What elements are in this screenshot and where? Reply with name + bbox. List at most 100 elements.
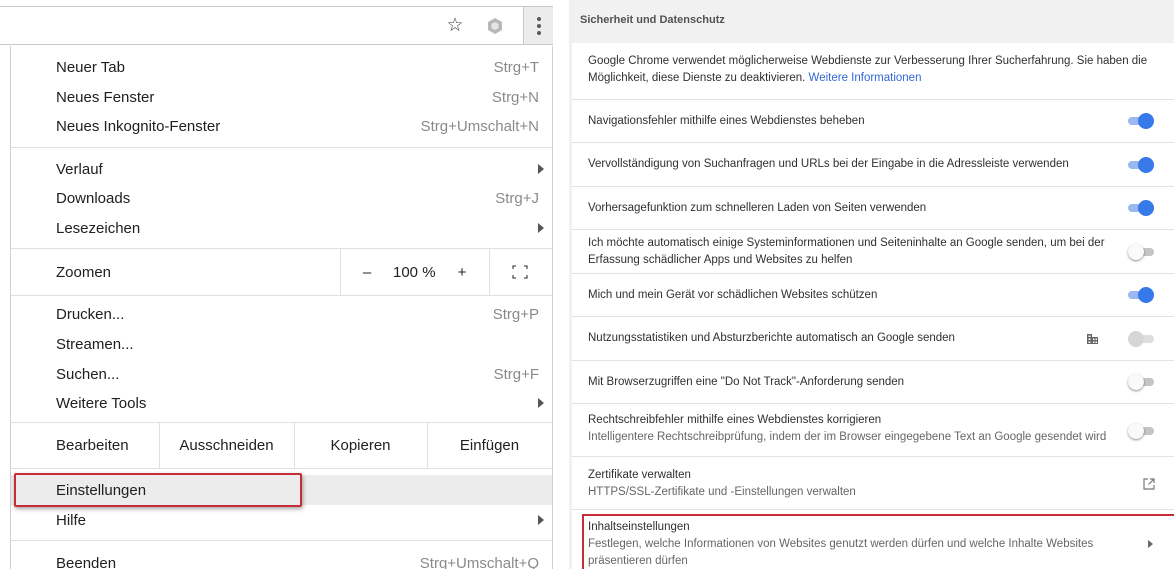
menu-item-label: Lesezeichen — [56, 219, 141, 237]
setting-label: Vorhersagefunktion zum schnelleren Laden… — [588, 202, 927, 214]
zoom-divider — [489, 249, 490, 295]
setting-label: Mich und mein Gerät vor schädlichen Webs… — [588, 289, 878, 301]
zoom-label: Zoomen — [56, 263, 112, 281]
edit-label: Bearbeiten — [56, 436, 129, 454]
submenu-arrow-icon — [538, 398, 544, 408]
edit-row: Bearbeiten Ausschneiden Kopieren Einfüge… — [11, 422, 552, 468]
menu-item-label: Neuer Tab — [56, 58, 125, 76]
setting-row[interactable]: Mit Browserzugriffen eine "Do Not Track"… — [572, 361, 1174, 404]
setting-row[interactable]: Vervollständigung von Suchanfragen und U… — [572, 143, 1174, 187]
menu-item-label: Downloads — [56, 189, 131, 207]
menu-item-shortcut: Strg+J — [495, 189, 539, 207]
menu-item-shortcut: Strg+Umschalt+Q — [419, 554, 539, 569]
setting-row[interactable]: Zertifikate verwalten HTTPS/SSL-Zertifik… — [572, 457, 1174, 510]
menu-item-quit[interactable]: Beenden Strg+Umschalt+Q — [11, 548, 552, 569]
toggle-knob — [1138, 113, 1154, 129]
setting-sublabel: Intelligentere Rechtschreibprüfung, inde… — [588, 431, 1107, 443]
setting-label: Mit Browserzugriffen eine "Do Not Track"… — [588, 376, 905, 388]
setting-label: Rechtschreibfehler mithilfe eines Webdie… — [588, 414, 882, 426]
chrome-window-left: ☆ Neuer Tab Strg+T Neues Fenster Strg+N … — [0, 0, 553, 569]
setting-label: Nutzungsstatistiken und Absturzberichte … — [588, 332, 955, 344]
setting-row[interactable]: Nutzungsstatistiken und Absturzberichte … — [572, 317, 1174, 361]
menu-item-label: Drucken... — [56, 305, 125, 323]
copy-button[interactable]: Kopieren — [294, 422, 427, 468]
menu-item-shortcut: Strg+N — [491, 88, 539, 106]
star-icon[interactable]: ☆ — [440, 7, 470, 44]
zoom-value: 100 % — [393, 263, 436, 281]
toggle-switch[interactable] — [1128, 112, 1154, 130]
toggle-knob — [1128, 374, 1144, 390]
intro-row: Google Chrome verwendet möglicherweise W… — [572, 43, 1174, 100]
menu-item-label: Neues Fenster — [56, 88, 155, 106]
fullscreen-icon[interactable] — [512, 265, 528, 279]
setting-row[interactable]: Navigationsfehler mithilfe eines Webdien… — [572, 100, 1174, 143]
menu-item-downloads[interactable]: Downloads Strg+J — [11, 183, 552, 213]
zoom-divider — [340, 249, 341, 295]
settings-panel: Sicherheit und Datenschutz Google Chrome… — [569, 0, 1174, 569]
toggle-switch[interactable] — [1128, 373, 1154, 391]
toggle-knob — [1138, 157, 1154, 173]
menu-separator — [11, 147, 552, 148]
toggle-switch[interactable] — [1128, 199, 1154, 217]
toggle-knob — [1128, 331, 1144, 347]
setting-text: Rechtschreibfehler mithilfe eines Webdie… — [588, 412, 1106, 446]
zoom-in-button[interactable]: + — [453, 264, 471, 281]
menu-separator — [11, 295, 552, 296]
cut-button[interactable]: Ausschneiden — [159, 422, 294, 468]
menu-item-cast[interactable]: Streamen... — [11, 329, 552, 359]
menu-item-shortcut: Strg+P — [492, 305, 539, 323]
menu-item-label: Neues Inkognito-Fenster — [56, 117, 221, 135]
setting-label: Vervollständigung von Suchanfragen und U… — [588, 158, 1069, 170]
menu-item-label: Streamen... — [56, 335, 134, 353]
menu-item-more-tools[interactable]: Weitere Tools — [11, 388, 552, 418]
submenu-arrow-icon — [538, 223, 544, 233]
menu-item-label: Suchen... — [56, 365, 120, 383]
menu-item-shortcut: Strg+T — [493, 58, 539, 76]
menu-item-label: Verlauf — [56, 160, 103, 178]
menu-item-new-window[interactable]: Neues Fenster Strg+N — [11, 82, 552, 112]
toggle-knob — [1138, 200, 1154, 216]
menu-kebab-icon[interactable] — [523, 7, 553, 44]
setting-label: Zertifikate verwalten — [588, 469, 691, 481]
setting-label: Ich möchte automatisch einige Systeminfo… — [588, 237, 1105, 266]
menu-item-print[interactable]: Drucken... Strg+P — [11, 299, 552, 329]
menu-item-new-tab[interactable]: Neuer Tab Strg+T — [11, 52, 552, 82]
toggle-switch[interactable] — [1128, 422, 1154, 440]
toggle-switch[interactable] — [1128, 243, 1154, 261]
address-bar[interactable]: ☆ — [0, 6, 553, 45]
setting-label: Navigationsfehler mithilfe eines Webdien… — [588, 115, 865, 127]
external-link-icon[interactable] — [1143, 478, 1155, 490]
toggle-knob — [1128, 423, 1144, 439]
extension-icon[interactable] — [480, 7, 510, 44]
toggle-switch[interactable] — [1128, 156, 1154, 174]
menu-separator — [11, 540, 552, 541]
enterprise-icon — [1087, 334, 1098, 344]
setting-row[interactable]: Rechtschreibfehler mithilfe eines Webdie… — [572, 404, 1174, 457]
menu-item-incognito[interactable]: Neues Inkognito-Fenster Strg+Umschalt+N — [11, 111, 552, 141]
menu-item-help[interactable]: Hilfe — [11, 505, 552, 535]
submenu-arrow-icon — [538, 515, 544, 525]
setting-row[interactable]: Vorhersagefunktion zum schnelleren Laden… — [572, 187, 1174, 230]
setting-row[interactable]: Ich möchte automatisch einige Systeminfo… — [572, 230, 1174, 274]
toggle-switch — [1128, 330, 1154, 348]
paste-button[interactable]: Einfügen — [427, 422, 552, 468]
zoom-out-button[interactable]: – — [358, 264, 376, 281]
zoom-row: Zoomen – 100 % + — [11, 249, 552, 295]
menu-separator — [11, 468, 552, 469]
menu-item-shortcut: Strg+F — [493, 365, 539, 383]
submenu-arrow-icon — [538, 164, 544, 174]
menu-item-label: Beenden — [56, 554, 117, 569]
menu-item-label: Hilfe — [56, 511, 87, 529]
menu-item-find[interactable]: Suchen... Strg+F — [11, 359, 552, 389]
menu-item-shortcut: Strg+Umschalt+N — [420, 117, 539, 135]
setting-row[interactable]: Mich und mein Gerät vor schädlichen Webs… — [572, 274, 1174, 317]
toggle-switch[interactable] — [1128, 286, 1154, 304]
menu-item-bookmarks[interactable]: Lesezeichen — [11, 213, 552, 243]
setting-text: Zertifikate verwalten HTTPS/SSL-Zertifik… — [588, 467, 856, 501]
intro-text: Google Chrome verwendet möglicherweise W… — [588, 53, 1154, 87]
setting-sublabel: HTTPS/SSL-Zertifikate und -Einstellungen… — [588, 486, 856, 498]
toggle-knob — [1138, 287, 1154, 303]
menu-item-history[interactable]: Verlauf — [11, 154, 552, 184]
learn-more-link[interactable]: Weitere Informationen — [809, 72, 922, 84]
menu-item-label: Weitere Tools — [56, 394, 147, 412]
